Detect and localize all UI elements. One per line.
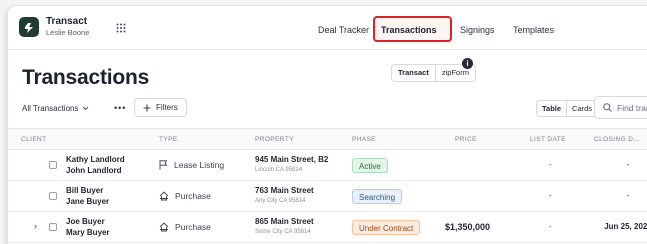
column-header-client[interactable]: CLIENT	[21, 136, 47, 143]
info-icon[interactable]: i	[462, 58, 473, 69]
active-tab-underline	[381, 40, 444, 42]
top-navigation: Transact Leslie Boone Deal Tracker Trans…	[8, 6, 647, 50]
column-header-property[interactable]: PROPERTY	[255, 136, 294, 143]
source-option-transact[interactable]: Transact	[392, 65, 436, 81]
client-secondary: John Landlord	[66, 166, 122, 175]
property-city: Any City CA 95814	[255, 198, 306, 204]
chevron-down-icon	[83, 106, 89, 111]
filters-label: Filters	[156, 103, 178, 112]
row-checkbox[interactable]	[49, 161, 57, 169]
property-address[interactable]: 945 Main Street, B2	[255, 155, 328, 164]
client-names: Bill Buyer Jane Buyer	[66, 185, 109, 207]
filters-button[interactable]: Filters	[134, 98, 187, 117]
search-icon	[603, 103, 612, 112]
client-primary: Kathy Landlord	[66, 155, 125, 164]
nav-item-templates[interactable]: Templates	[513, 25, 554, 35]
property-address[interactable]: 763 Main Street	[255, 186, 314, 195]
closing-date-value: Jun 25, 2026	[604, 222, 647, 231]
page-title: Transactions	[22, 66, 150, 89]
property-city: Lincoln CA 95814	[255, 167, 303, 173]
type-label: Purchase	[175, 191, 211, 201]
row-checkbox[interactable]	[49, 223, 57, 231]
phase-badge: Under Contract	[352, 220, 421, 235]
more-options-button[interactable]: •••	[114, 103, 126, 113]
flag-icon	[159, 160, 168, 170]
client-names: Joe Buyer Mary Buyer	[66, 216, 110, 238]
column-header-type[interactable]: TYPE	[159, 136, 178, 143]
expand-row-icon[interactable]: ›	[34, 221, 37, 231]
column-header-closing-date[interactable]: CLOSING D...	[594, 136, 640, 143]
client-secondary: Mary Buyer	[66, 228, 110, 237]
client-secondary: Jane Buyer	[66, 197, 110, 206]
column-header-price[interactable]: PRICE	[455, 136, 477, 143]
type-label: Purchase	[175, 222, 211, 232]
nav-item-transactions[interactable]: Transactions	[381, 25, 437, 35]
client-names: Kathy Landlord John Landlord	[66, 154, 125, 176]
property-address[interactable]: 865 Main Street	[255, 217, 314, 226]
price-value: $1,350,000	[445, 222, 491, 232]
list-date-value: -	[549, 160, 552, 169]
property-city: Some City CA 95814	[255, 229, 311, 235]
nav-menu: Deal Tracker Transactions Signings Templ…	[8, 6, 647, 50]
search-placeholder: Find tran	[617, 102, 647, 113]
row-checkbox[interactable]	[49, 192, 57, 200]
view-option-cards[interactable]: Cards	[567, 101, 597, 116]
table-row[interactable]: Bill Buyer Jane Buyer Purchase 763 Main …	[8, 181, 647, 212]
search-input[interactable]: Find tran	[594, 96, 647, 119]
client-primary: Bill Buyer	[66, 186, 104, 195]
app-window: Transact Leslie Boone Deal Tracker Trans…	[8, 6, 647, 244]
table-row[interactable]: Kathy Landlord John Landlord Lease Listi…	[8, 150, 647, 181]
table-header: CLIENT TYPE PROPERTY PHASE PRICE LIST DA…	[8, 128, 647, 150]
table-row[interactable]: › Joe Buyer Mary Buyer Purchase 865 Main…	[8, 212, 647, 243]
type-label: Lease Listing	[174, 160, 225, 170]
client-primary: Joe Buyer	[66, 217, 105, 226]
plus-icon	[143, 104, 151, 111]
view-option-table[interactable]: Table	[537, 101, 568, 116]
closing-date-value: -	[626, 160, 630, 169]
closing-date-value: -	[626, 191, 630, 200]
list-date-value: -	[549, 222, 552, 231]
transaction-type: Lease Listing	[159, 160, 224, 170]
list-date-value: -	[549, 191, 552, 200]
phase-badge: Active	[352, 158, 388, 173]
filter-label: All Transactions	[22, 104, 79, 113]
column-header-phase[interactable]: PHASE	[352, 136, 376, 143]
view-toggle: Table Cards	[536, 100, 599, 117]
nav-item-signings[interactable]: Signings	[460, 25, 495, 35]
nav-item-deal-tracker[interactable]: Deal Tracker	[318, 25, 369, 35]
phase-badge: Searching	[352, 189, 403, 204]
buyer-icon	[159, 222, 169, 232]
column-header-list-date[interactable]: LIST DATE	[530, 136, 566, 143]
transaction-type: Purchase	[159, 191, 211, 201]
transaction-type: Purchase	[159, 222, 211, 232]
transactions-filter-dropdown[interactable]: All Transactions	[22, 104, 89, 113]
buyer-icon	[159, 191, 169, 201]
